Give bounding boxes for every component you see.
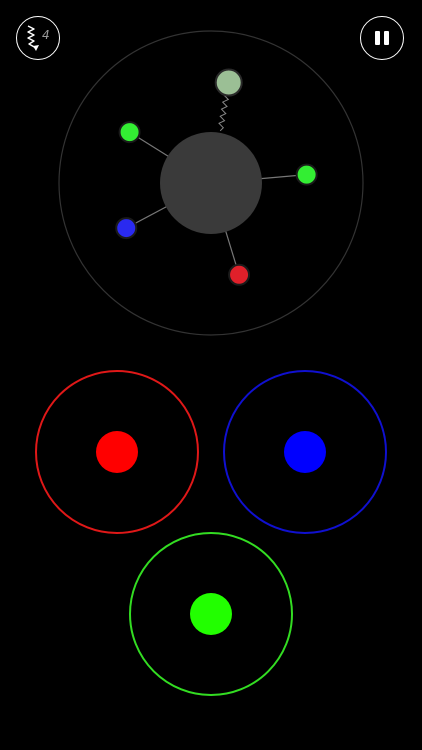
launcher-blue[interactable] <box>223 370 387 534</box>
stuck-ball-blue <box>115 217 138 240</box>
launcher-ball-green <box>190 593 232 635</box>
launcher-ball-red <box>96 431 138 473</box>
center-hub <box>160 132 262 234</box>
power-up-count: 4 <box>42 28 50 42</box>
stuck-ball-green <box>295 163 318 186</box>
launcher-red[interactable] <box>35 370 199 534</box>
stuck-ball-green <box>118 121 141 144</box>
pause-button[interactable] <box>360 16 404 60</box>
power-up-button[interactable]: 4 <box>16 16 60 60</box>
lightning-bolt-arrow-icon <box>27 25 39 51</box>
pending-ball <box>214 68 243 97</box>
stuck-ball-red <box>228 263 251 286</box>
launcher-ball-blue <box>284 431 326 473</box>
launcher-green[interactable] <box>129 532 293 696</box>
